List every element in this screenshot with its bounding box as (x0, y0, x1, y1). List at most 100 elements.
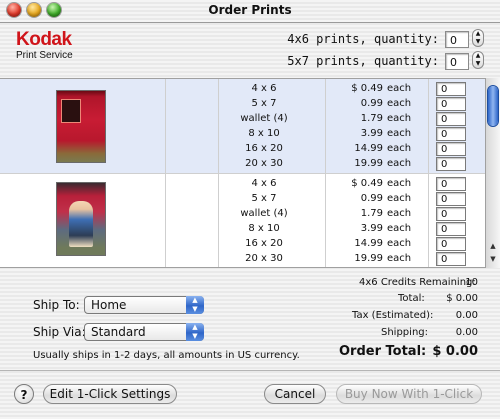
ship-via-popup[interactable]: Standard ▲ ▼ (84, 323, 204, 341)
header-qty-5x7: 5x7 prints, quantity: 0 (287, 51, 469, 71)
price-row: $ 0.49 each (325, 81, 425, 96)
order-prints-window: Order Prints Kodak Print Service 4x6 pri… (0, 0, 500, 419)
price-unit: each (387, 208, 412, 219)
quantity-field[interactable]: 0 (436, 177, 466, 191)
total-value: $ 0.00 (446, 293, 478, 304)
price-amount: 3.99 (360, 223, 383, 234)
photo-thumbnail (57, 91, 105, 162)
order-total-value: $ 0.00 (432, 344, 478, 359)
price-row: 0.99 each (325, 191, 425, 206)
price-amount: 1.79 (360, 208, 383, 219)
header-qty-5x7-stepper[interactable]: ▲ ▼ (472, 51, 484, 69)
header-qty-5x7-field[interactable]: 0 (445, 52, 469, 70)
print-service-label: Print Service (16, 50, 73, 61)
quantity-field[interactable]: 0 (436, 97, 466, 111)
popup-arrows-icon: ▲ ▼ (186, 323, 204, 341)
thumbnail-cell (0, 174, 166, 267)
size-label: 16 x 20 (245, 238, 283, 249)
size-label: 4 x 6 (251, 178, 277, 189)
price-unit: each (387, 238, 412, 249)
credits-label: 4x6 Credits Remaining: (359, 277, 476, 288)
ship-to-popup[interactable]: Home ▲ ▼ (84, 296, 204, 314)
size-column: 4 x 6 5 x 7 wallet (4) 8 x 10 16 x 20 20… (219, 81, 309, 171)
footer-divider (0, 370, 500, 371)
size-label: 20 x 30 (245, 253, 283, 264)
price-unit: each (387, 178, 412, 189)
size-label: 5 x 7 (251, 193, 277, 204)
quantity-field[interactable]: 0 (436, 207, 466, 221)
photo-item[interactable]: 4 x 6 5 x 7 wallet (4) 8 x 10 16 x 20 20… (0, 79, 485, 173)
title-bar: Order Prints (0, 0, 500, 23)
scroll-thumb[interactable] (488, 86, 498, 126)
quantity-field[interactable]: 0 (436, 157, 466, 171)
buy-now-1-click-button[interactable]: Buy Now With 1-Click (336, 384, 482, 404)
quantity-field[interactable]: 0 (436, 252, 466, 266)
size-label: 8 x 10 (248, 128, 280, 139)
kodak-brand: Kodak (16, 29, 72, 50)
price-unit: each (387, 253, 412, 264)
header-qty-4x6-field[interactable]: 0 (445, 30, 469, 48)
total-label: Total: (398, 293, 425, 304)
kodak-logo: Kodak Print Service (16, 30, 73, 62)
price-unit: each (387, 113, 412, 124)
thumbnail-cell (0, 79, 166, 173)
quantity-field[interactable]: 0 (436, 142, 466, 156)
quantity-field[interactable]: 0 (436, 237, 466, 251)
size-label: 16 x 20 (245, 143, 283, 154)
shipping-cost-value: 0.00 (455, 327, 478, 338)
price-column: $ 0.49 each 0.99 each 1.79 each 3.99 each 14… (325, 81, 425, 171)
price-row: $ 0.49 each (325, 176, 425, 191)
price-amount: 1.79 (360, 113, 383, 124)
shipping-note: Usually ships in 1-2 days, all amounts i… (33, 350, 300, 361)
price-row: 19.99 each (325, 251, 425, 266)
ship-to-value: Home (91, 298, 127, 312)
quantity-column: 0 0 0 0 0 0 (436, 177, 466, 267)
help-button[interactable]: ? (14, 384, 34, 404)
price-unit: each (387, 143, 412, 154)
price-unit: each (387, 193, 412, 204)
quantity-field[interactable]: 0 (436, 112, 466, 126)
price-amount: 19.99 (354, 253, 383, 264)
header-qty-4x6: 4x6 prints, quantity: 0 (287, 29, 469, 49)
price-column: $ 0.49 each 0.99 each 1.79 each 3.99 each 14… (325, 176, 425, 266)
header-qty-4x6-label: 4x6 prints, quantity: (287, 32, 439, 46)
price-unit: each (387, 98, 412, 109)
window-title: Order Prints (208, 3, 292, 17)
scroll-down-arrow-icon[interactable]: ▼ (486, 253, 500, 265)
size-label: 8 x 10 (248, 223, 280, 234)
price-unit: each (387, 83, 412, 94)
edit-1-click-settings-button[interactable]: Edit 1-Click Settings (43, 384, 177, 404)
price-row: 14.99 each (325, 236, 425, 251)
photo-thumbnail (57, 183, 105, 255)
quantity-column: 0 0 0 0 0 0 (436, 82, 466, 172)
price-amount: 0.99 (360, 98, 383, 109)
photo-item[interactable]: 4 x 6 5 x 7 wallet (4) 8 x 10 16 x 20 20… (0, 174, 485, 267)
price-row: 0.99 each (325, 96, 425, 111)
size-label: 5 x 7 (251, 98, 277, 109)
quantity-field[interactable]: 0 (436, 192, 466, 206)
header-qty-4x6-stepper[interactable]: ▲ ▼ (472, 29, 484, 47)
quantity-field[interactable]: 0 (436, 222, 466, 236)
price-amount: $ 0.49 (351, 178, 383, 189)
size-column: 4 x 6 5 x 7 wallet (4) 8 x 10 16 x 20 20… (219, 176, 309, 266)
price-row: 1.79 each (325, 206, 425, 221)
price-amount: 14.99 (354, 238, 383, 249)
cancel-button[interactable]: Cancel (264, 384, 326, 404)
quantity-field[interactable]: 0 (436, 82, 466, 96)
ship-via-value: Standard (91, 325, 146, 339)
price-amount: $ 0.49 (351, 83, 383, 94)
order-total-label: Order Total: (339, 344, 427, 359)
photo-list: 4 x 6 5 x 7 wallet (4) 8 x 10 16 x 20 20… (0, 78, 485, 268)
tax-value: 0.00 (455, 310, 478, 321)
price-amount: 14.99 (354, 143, 383, 154)
size-label: wallet (4) (240, 113, 288, 124)
size-label: wallet (4) (240, 208, 288, 219)
vertical-scrollbar[interactable]: ▲ ▼ (485, 78, 500, 268)
price-unit: each (387, 223, 412, 234)
price-row: 14.99 each (325, 141, 425, 156)
popup-arrows-icon: ▲ ▼ (186, 296, 204, 314)
size-label: 20 x 30 (245, 158, 283, 169)
quantity-field[interactable]: 0 (436, 127, 466, 141)
scroll-up-arrow-icon[interactable]: ▲ (486, 240, 500, 252)
price-amount: 0.99 (360, 193, 383, 204)
